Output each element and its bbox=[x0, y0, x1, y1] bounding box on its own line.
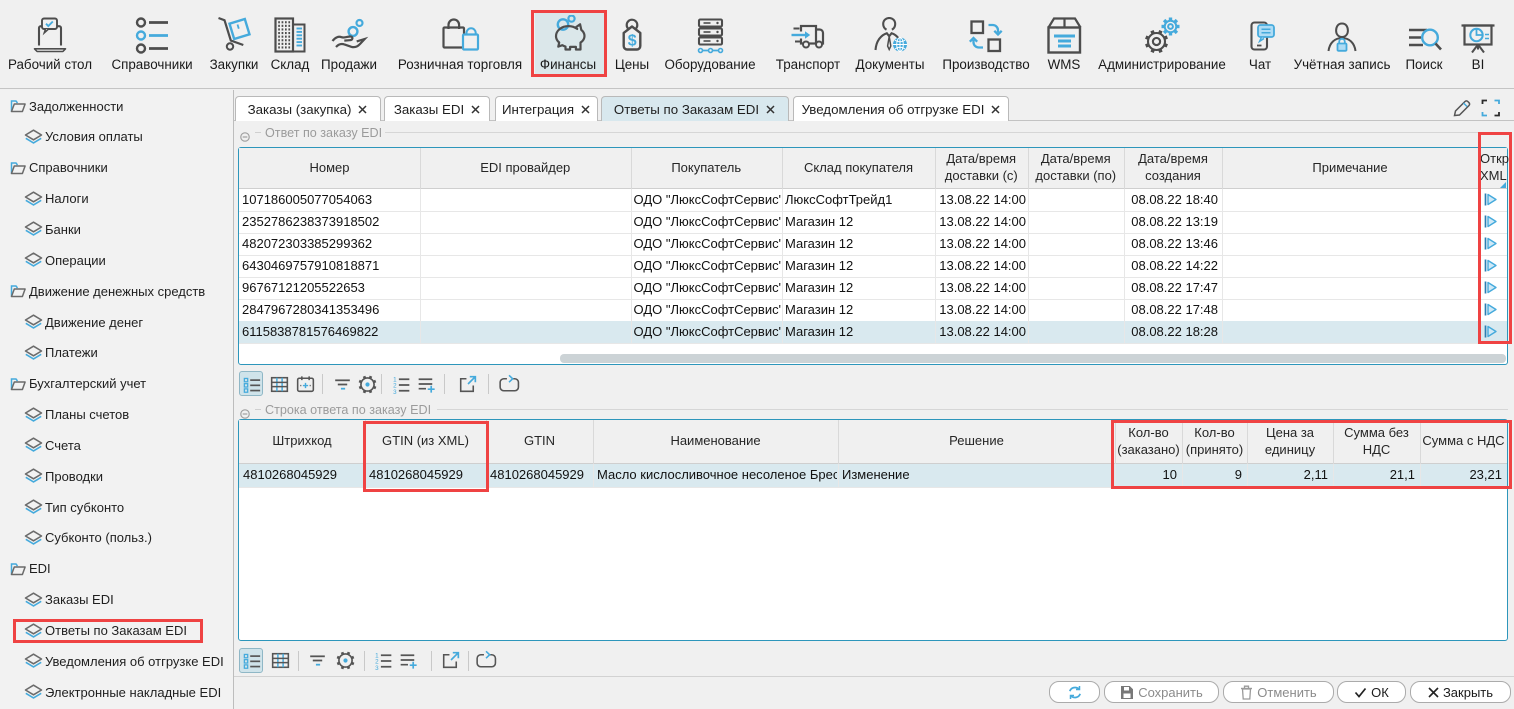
svg-text:3: 3 bbox=[393, 388, 397, 395]
svg-text:3: 3 bbox=[375, 665, 379, 672]
